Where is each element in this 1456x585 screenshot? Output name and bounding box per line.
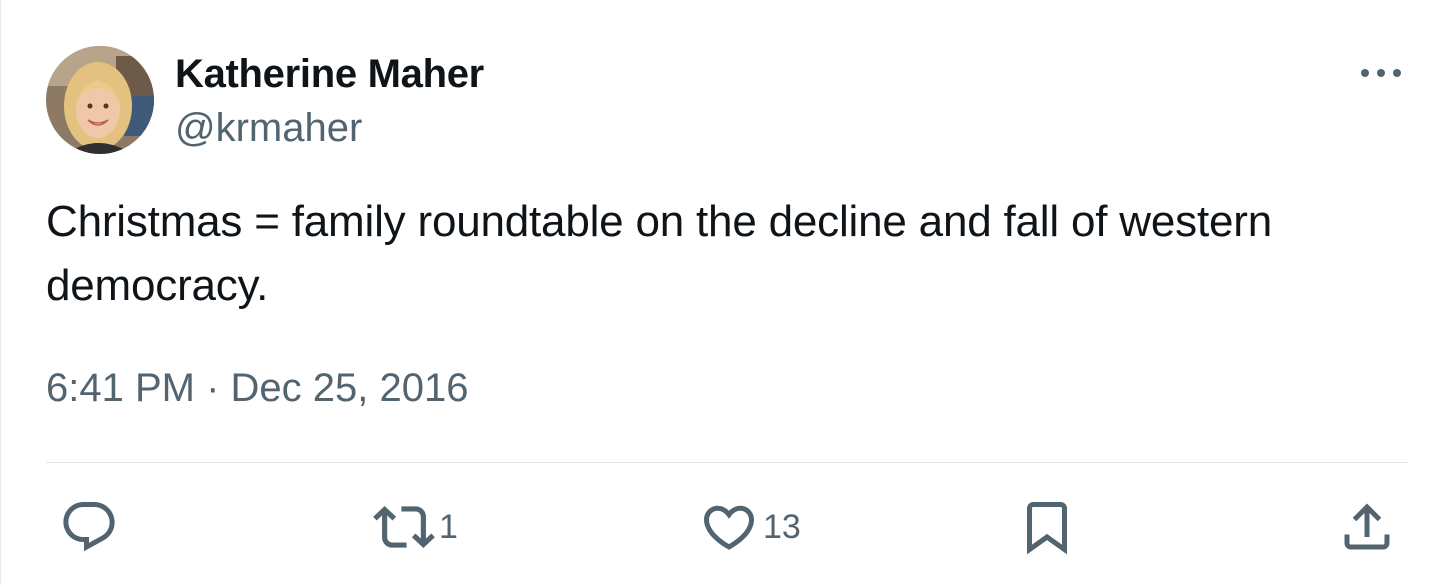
divider (46, 462, 1409, 463)
retweet-button[interactable]: 1 (373, 496, 458, 558)
author-display-name[interactable]: Katherine Maher (175, 50, 484, 98)
tweet-text-line: Christmas = family roundtable on the dec… (46, 197, 1272, 246)
heart-icon (699, 497, 759, 557)
tweet-timestamp[interactable]: 6:41 PM · Dec 25, 2016 (46, 362, 468, 414)
share-icon (1337, 497, 1397, 557)
like-button[interactable]: 13 (699, 496, 801, 558)
tweet-text: Christmas = family roundtable on the dec… (46, 190, 1416, 318)
tweet-text-line: democracy. (46, 261, 269, 310)
bookmark-icon (1017, 497, 1077, 557)
author-handle[interactable]: @krmaher (175, 104, 362, 152)
reply-icon (59, 497, 119, 557)
avatar[interactable] (46, 46, 154, 154)
like-count: 13 (763, 508, 801, 546)
tweet-card: Katherine Maher @krmaher Christmas = fam… (0, 0, 1456, 585)
retweet-icon (373, 496, 435, 558)
share-button[interactable] (1337, 496, 1397, 558)
bookmark-button[interactable] (1017, 496, 1077, 558)
reply-button[interactable] (59, 496, 119, 558)
retweet-count: 1 (439, 508, 458, 546)
more-icon[interactable] (1353, 58, 1409, 88)
